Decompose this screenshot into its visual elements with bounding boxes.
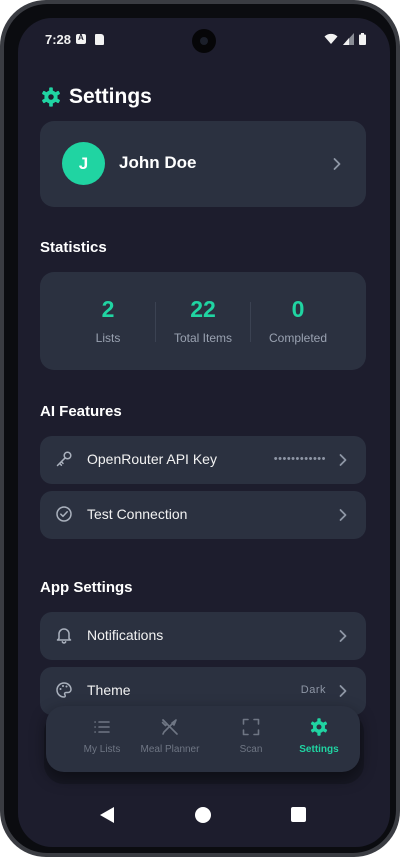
nav-label: Settings: [299, 744, 339, 755]
test-connection-row[interactable]: Test Connection: [40, 491, 366, 539]
test-connection-label: Test Connection: [87, 506, 188, 522]
gear-icon: [310, 718, 328, 736]
page-title: Settings: [69, 85, 152, 108]
chevron-right-icon: [333, 158, 341, 170]
nav-label: Meal Planner: [140, 744, 200, 755]
notifications-row[interactable]: Notifications: [40, 612, 366, 660]
status-icons: [324, 33, 366, 45]
palette-icon: [56, 682, 72, 698]
back-icon[interactable]: [99, 806, 115, 824]
front-camera: [192, 29, 216, 53]
signal-icon: [343, 33, 354, 45]
status-time: 7:28: [45, 32, 72, 47]
chevron-right-icon: [339, 454, 347, 466]
stat-lists: 2 Lists: [60, 294, 156, 345]
bottom-nav: My Lists Meal Planner Scan Settings: [46, 706, 360, 772]
ai-features-heading: AI Features: [40, 403, 122, 420]
stat-completed: 0 Completed: [250, 294, 346, 345]
stat-value: 0: [291, 296, 305, 322]
chevron-right-icon: [339, 509, 347, 521]
theme-value: Dark: [300, 684, 326, 696]
chevron-right-icon: [339, 630, 347, 642]
stat-label: Completed: [268, 331, 328, 345]
phone-frame: 7:28 A Settings J John Doe Statistics 2 …: [0, 0, 400, 857]
stat-label: Lists: [95, 331, 121, 345]
gear-icon: [42, 87, 60, 107]
api-key-label: OpenRouter API Key: [87, 451, 217, 467]
profile-name: John Doe: [119, 153, 197, 172]
chevron-right-icon: [339, 685, 347, 697]
stat-value: 22: [190, 296, 216, 322]
stat-total-items: 22 Total Items: [155, 294, 251, 345]
check-circle-icon: [56, 506, 72, 522]
bell-icon: [56, 628, 72, 644]
api-key-value: ••••••••••••: [273, 453, 326, 465]
profile-card[interactable]: J John Doe: [40, 121, 366, 207]
nav-label: Scan: [239, 744, 263, 755]
api-key-row[interactable]: OpenRouter API Key ••••••••••••: [40, 436, 366, 484]
app-settings-heading: App Settings: [40, 579, 133, 596]
page-header: Settings: [40, 82, 152, 112]
nav-label: My Lists: [83, 744, 121, 755]
status-bar: 7:28: [18, 18, 390, 62]
notifications-label: Notifications: [87, 627, 164, 643]
app-screen: 7:28 A Settings J John Doe Statistics 2 …: [18, 18, 390, 847]
nav-meal-planner[interactable]: Meal Planner: [131, 706, 209, 772]
recent-apps-icon[interactable]: [291, 807, 306, 822]
system-nav-bar: [18, 796, 390, 836]
home-icon[interactable]: [195, 807, 211, 823]
wifi-icon: [324, 33, 338, 44]
sd-card-icon: [95, 34, 104, 45]
scan-icon: [242, 718, 260, 736]
statistics-card: 2 Lists 22 Total Items 0 Completed: [40, 272, 366, 370]
key-icon: [56, 451, 72, 467]
theme-label: Theme: [87, 682, 131, 698]
phone-bezel: 7:28 A Settings J John Doe Statistics 2 …: [4, 4, 396, 853]
notification-a-icon: [76, 33, 86, 44]
stat-value: 2: [101, 296, 115, 322]
list-icon: [94, 721, 110, 733]
utensils-icon: [161, 719, 178, 735]
stat-label: Total Items: [173, 331, 233, 345]
nav-settings[interactable]: Settings: [280, 706, 358, 772]
avatar: J: [62, 142, 105, 185]
battery-icon: [359, 33, 366, 45]
statistics-heading: Statistics: [40, 239, 107, 256]
nav-my-lists[interactable]: My Lists: [63, 706, 141, 772]
nav-scan[interactable]: Scan: [212, 706, 290, 772]
